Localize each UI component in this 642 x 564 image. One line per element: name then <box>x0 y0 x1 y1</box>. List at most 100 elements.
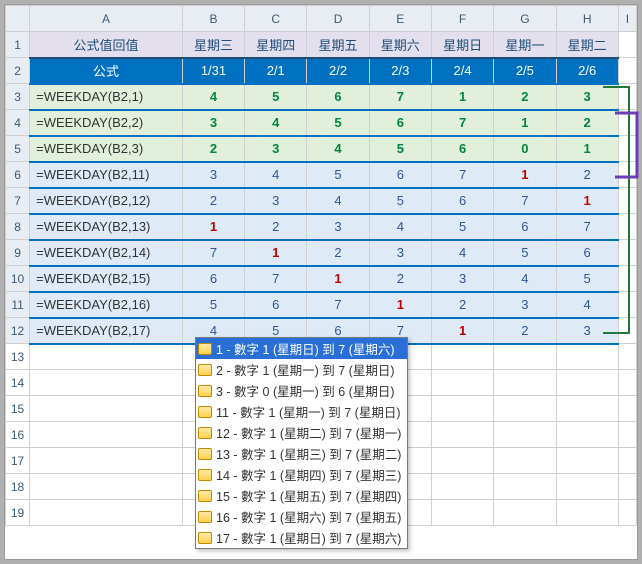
row-header[interactable]: 3 <box>6 84 30 110</box>
cell[interactable]: 6 <box>369 110 431 136</box>
cell[interactable]: 4 <box>369 214 431 240</box>
tooltip-item[interactable]: 2 - 數字 1 (星期一) 到 7 (星期日) <box>196 359 407 380</box>
cell[interactable]: 4 <box>431 240 493 266</box>
cell[interactable] <box>494 344 556 370</box>
cell[interactable] <box>30 474 183 500</box>
cell[interactable] <box>431 422 493 448</box>
cell[interactable]: 4 <box>307 136 369 162</box>
col-header[interactable]: C <box>245 6 307 32</box>
row-header[interactable]: 6 <box>6 162 30 188</box>
cell[interactable]: 2 <box>494 84 556 110</box>
tooltip-item[interactable]: 3 - 數字 0 (星期一) 到 6 (星期日) <box>196 380 407 401</box>
row-header[interactable]: 8 <box>6 214 30 240</box>
formula-cell[interactable]: =WEEKDAY(B2,2) <box>30 110 183 136</box>
cell[interactable] <box>618 32 636 58</box>
cell[interactable] <box>494 448 556 474</box>
tooltip-item[interactable]: 1 - 數字 1 (星期日) 到 7 (星期六) <box>196 338 407 359</box>
cell[interactable] <box>618 136 636 162</box>
cell[interactable]: 2/5 <box>494 58 556 84</box>
cell[interactable]: 6 <box>182 266 244 292</box>
cell[interactable]: 1 <box>182 214 244 240</box>
cell[interactable] <box>618 188 636 214</box>
cell[interactable]: 3 <box>245 188 307 214</box>
col-header[interactable]: A <box>30 6 183 32</box>
cell[interactable] <box>618 344 636 370</box>
tooltip-item[interactable]: 17 - 數字 1 (星期日) 到 7 (星期六) <box>196 527 407 548</box>
cell[interactable] <box>618 370 636 396</box>
cell[interactable]: 2/1 <box>245 58 307 84</box>
formula-cell[interactable]: =WEEKDAY(B2,3) <box>30 136 183 162</box>
cell[interactable]: 2 <box>307 240 369 266</box>
intellisense-tooltip[interactable]: 1 - 數字 1 (星期日) 到 7 (星期六)2 - 數字 1 (星期一) 到… <box>195 337 408 549</box>
col-header[interactable]: G <box>494 6 556 32</box>
cell[interactable] <box>30 344 183 370</box>
formula-cell[interactable]: =WEEKDAY(B2,14) <box>30 240 183 266</box>
row-header[interactable]: 5 <box>6 136 30 162</box>
select-all-corner[interactable] <box>6 6 30 32</box>
cell[interactable] <box>618 266 636 292</box>
cell[interactable]: 3 <box>182 110 244 136</box>
cell[interactable] <box>494 474 556 500</box>
row-header[interactable]: 12 <box>6 318 30 344</box>
row-header[interactable]: 4 <box>6 110 30 136</box>
col-header[interactable]: F <box>431 6 493 32</box>
cell[interactable] <box>618 396 636 422</box>
cell[interactable]: 1 <box>431 318 493 344</box>
col-header[interactable]: B <box>182 6 244 32</box>
cell[interactable] <box>618 422 636 448</box>
cell[interactable]: 3 <box>245 136 307 162</box>
tooltip-item[interactable]: 13 - 數字 1 (星期三) 到 7 (星期二) <box>196 443 407 464</box>
cell[interactable]: 2 <box>182 136 244 162</box>
cell[interactable]: 1 <box>556 188 618 214</box>
cell[interactable]: 1 <box>556 136 618 162</box>
cell[interactable]: 3 <box>494 292 556 318</box>
cell[interactable] <box>618 474 636 500</box>
cell[interactable] <box>431 370 493 396</box>
cell[interactable]: 6 <box>431 188 493 214</box>
cell[interactable]: 5 <box>431 214 493 240</box>
cell[interactable] <box>30 370 183 396</box>
cell[interactable]: 2 <box>556 110 618 136</box>
cell[interactable]: 1 <box>245 240 307 266</box>
cell[interactable] <box>556 474 618 500</box>
cell[interactable]: 2 <box>369 266 431 292</box>
cell[interactable] <box>494 422 556 448</box>
cell[interactable]: 4 <box>307 188 369 214</box>
cell[interactable] <box>618 448 636 474</box>
row-header[interactable]: 10 <box>6 266 30 292</box>
row-header[interactable]: 18 <box>6 474 30 500</box>
cell[interactable]: 3 <box>369 240 431 266</box>
row-header[interactable]: 9 <box>6 240 30 266</box>
cell[interactable]: 5 <box>494 240 556 266</box>
cell[interactable]: 2 <box>182 188 244 214</box>
cell[interactable]: 1 <box>494 162 556 188</box>
cell[interactable] <box>556 344 618 370</box>
cell[interactable]: 6 <box>494 214 556 240</box>
cell[interactable]: 5 <box>307 110 369 136</box>
tooltip-item[interactable]: 12 - 數字 1 (星期二) 到 7 (星期一) <box>196 422 407 443</box>
cell[interactable]: 4 <box>245 110 307 136</box>
cell[interactable]: 7 <box>494 188 556 214</box>
cell[interactable]: 5 <box>307 162 369 188</box>
row-header[interactable]: 11 <box>6 292 30 318</box>
cell[interactable]: 2/6 <box>556 58 618 84</box>
cell[interactable]: 1 <box>431 84 493 110</box>
row-header[interactable]: 2 <box>6 58 30 84</box>
formula-cell[interactable]: =WEEKDAY(B2,12) <box>30 188 183 214</box>
cell[interactable] <box>556 422 618 448</box>
cell[interactable]: 3 <box>556 84 618 110</box>
cell[interactable]: 5 <box>369 136 431 162</box>
cell[interactable]: 7 <box>307 292 369 318</box>
cell[interactable] <box>30 396 183 422</box>
cell[interactable]: 1 <box>494 110 556 136</box>
row-header[interactable]: 17 <box>6 448 30 474</box>
cell[interactable]: 7 <box>431 110 493 136</box>
tooltip-item[interactable]: 15 - 數字 1 (星期五) 到 7 (星期四) <box>196 485 407 506</box>
cell[interactable] <box>431 474 493 500</box>
tooltip-item[interactable]: 14 - 數字 1 (星期四) 到 7 (星期三) <box>196 464 407 485</box>
cell[interactable]: 1 <box>307 266 369 292</box>
row-header[interactable]: 7 <box>6 188 30 214</box>
cell[interactable] <box>556 448 618 474</box>
cell[interactable]: 2 <box>245 214 307 240</box>
row-header[interactable]: 14 <box>6 370 30 396</box>
